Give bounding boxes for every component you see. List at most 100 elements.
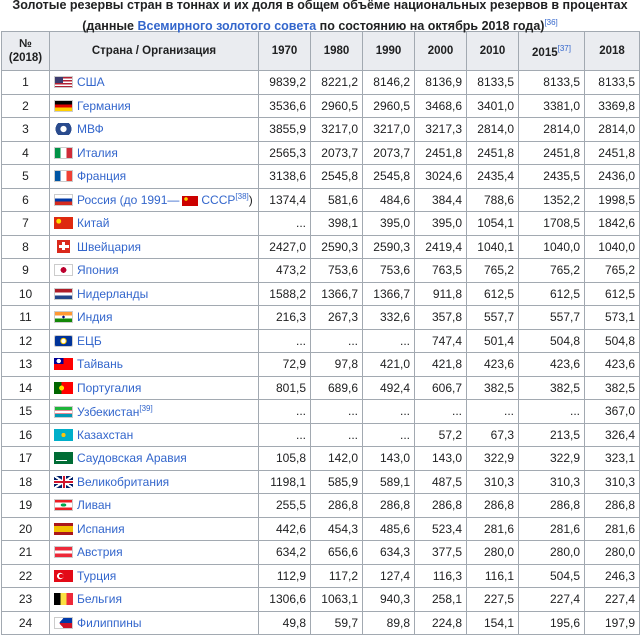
value-cell-1980: 585,9 xyxy=(310,469,363,494)
value-cell-1970: 3855,9 xyxy=(258,117,311,142)
table-row: 20 Испания 442,6 454,3 485,6 523,4 281,6 281,6 2… xyxy=(1,516,640,541)
value-cell-1990: 589,1 xyxy=(362,469,415,494)
country-link[interactable]: Филиппины xyxy=(77,616,141,630)
country-link[interactable]: Казахстан xyxy=(77,428,133,442)
country-link[interactable]: Турция xyxy=(77,569,116,583)
country-link[interactable]: Нидерланды xyxy=(77,287,148,301)
country-link[interactable]: Италия xyxy=(77,146,118,160)
portugal-flag-icon xyxy=(54,381,73,394)
value-cell-1980: 142,0 xyxy=(310,446,363,471)
year-1990-header[interactable]: 1990 xyxy=(362,31,415,71)
country-cell: Италия xyxy=(49,140,259,165)
country-link[interactable]: Швейцария xyxy=(77,240,141,254)
rank-cell: 12 xyxy=(1,328,50,353)
country-link[interactable]: Узбекистан xyxy=(77,405,139,419)
rank-cell: 8 xyxy=(1,234,50,259)
value-cell-1990: 753,6 xyxy=(362,258,415,283)
country-cell: Казахстан xyxy=(49,422,259,447)
country-ref[interactable]: [38] xyxy=(235,192,248,201)
kazakhstan-flag-icon xyxy=(54,428,73,441)
value-cell-2000: 2451,8 xyxy=(414,140,467,165)
value-cell-1980: ... xyxy=(310,399,363,424)
value-cell-1970: 1306,6 xyxy=(258,587,311,612)
value-cell-1980: 8221,2 xyxy=(310,70,363,95)
value-cell-1990: 332,6 xyxy=(362,305,415,330)
rank-cell: 6 xyxy=(1,187,50,212)
country-ref[interactable]: [39] xyxy=(139,404,152,413)
value-cell-2010: 612,5 xyxy=(466,281,519,306)
rank-cell: 18 xyxy=(1,469,50,494)
value-cell-1980: ... xyxy=(310,328,363,353)
value-cell-2015: 557,7 xyxy=(518,305,585,330)
year-2018-header[interactable]: 2018 xyxy=(584,31,640,71)
value-cell-1990: 940,3 xyxy=(362,587,415,612)
year-2015-ref[interactable]: [37] xyxy=(558,44,571,53)
value-cell-2018: 1842,6 xyxy=(584,211,640,236)
world-gold-council-link[interactable]: Всемирного золотого совета xyxy=(137,19,316,33)
value-cell-1990: 634,3 xyxy=(362,540,415,565)
year-1970-header[interactable]: 1970 xyxy=(258,31,311,71)
value-cell-1970: ... xyxy=(258,422,311,447)
country-link[interactable]: Ливан xyxy=(77,498,111,512)
country-link[interactable]: Испания xyxy=(77,522,125,536)
year-2010-header[interactable]: 2010 xyxy=(466,31,519,71)
country-link[interactable]: Китай xyxy=(77,216,109,230)
ussr-flag-icon xyxy=(182,196,199,207)
country-cell: Китай xyxy=(49,211,259,236)
country-link[interactable]: Бельгия xyxy=(77,592,122,606)
table-row: 5 Франция 3138,6 2545,8 2545,8 3024,6 2435,4 24… xyxy=(1,164,640,189)
rank-header[interactable]: № (2018) xyxy=(1,31,50,71)
value-cell-2000: 258,1 xyxy=(414,587,467,612)
ecb-logo-icon xyxy=(54,334,73,347)
value-cell-2018: 280,0 xyxy=(584,540,640,565)
value-cell-1970: 112,9 xyxy=(258,563,311,588)
caption-ref[interactable]: [36] xyxy=(544,18,557,27)
country-cell: Нидерланды xyxy=(49,281,259,306)
country-link[interactable]: США xyxy=(77,75,105,89)
value-cell-1990: 2590,3 xyxy=(362,234,415,259)
country-cell: Россия (до 1991— СССР[38]) xyxy=(49,187,259,212)
value-cell-1970: ... xyxy=(258,399,311,424)
country-cell: Ливан xyxy=(49,493,259,518)
value-cell-2000: ... xyxy=(414,399,467,424)
country-link[interactable]: Тайвань xyxy=(77,357,123,371)
country-link-secondary[interactable]: СССР xyxy=(201,193,235,207)
country-cell: Филиппины xyxy=(49,610,259,635)
country-link[interactable]: Австрия xyxy=(77,545,123,559)
country-cell: Индия xyxy=(49,305,259,330)
country-link[interactable]: Саудовская Аравия xyxy=(77,451,187,465)
country-header[interactable]: Страна / Организация xyxy=(49,31,259,71)
country-link[interactable]: Россия (до 1991— xyxy=(77,193,179,207)
table-row: 3 МВФ 3855,9 3217,0 3217,0 3217,3 2814,0 2814,0… xyxy=(1,117,640,142)
value-cell-2018: 281,6 xyxy=(584,516,640,541)
philippines-flag-icon xyxy=(54,616,73,629)
year-2000-header[interactable]: 2000 xyxy=(414,31,467,71)
rank-cell: 20 xyxy=(1,516,50,541)
country-link[interactable]: ЕЦБ xyxy=(77,334,102,348)
table-row: 22 Турция 112,9 117,2 127,4 116,3 116,1 504,5 24… xyxy=(1,563,640,588)
year-2015-header[interactable]: 2015[37] xyxy=(518,31,585,71)
table-row: 6 Россия (до 1991— СССР[38]) 1374,4 581,6 484… xyxy=(1,187,640,212)
country-link[interactable]: Индия xyxy=(77,310,112,324)
country-link[interactable]: Франция xyxy=(77,169,126,183)
country-link[interactable]: Португалия xyxy=(77,381,141,395)
country-link[interactable]: Германия xyxy=(77,99,131,113)
year-1980-header[interactable]: 1980 xyxy=(310,31,363,71)
country-link[interactable]: Япония xyxy=(77,263,119,277)
country-link[interactable]: Великобритания xyxy=(77,475,169,489)
value-cell-1990: ... xyxy=(362,422,415,447)
rank-cell: 14 xyxy=(1,375,50,400)
india-flag-icon xyxy=(54,311,73,324)
country-cell: Тайвань xyxy=(49,352,259,377)
table-row: 19 Ливан 255,5 286,8 286,8 286,8 286,8 286,8 286… xyxy=(1,493,640,518)
country-cell: США xyxy=(49,70,259,95)
value-cell-2018: 310,3 xyxy=(584,469,640,494)
value-cell-1970: 105,8 xyxy=(258,446,311,471)
lebanon-flag-icon xyxy=(54,499,73,512)
value-cell-2018: 323,1 xyxy=(584,446,640,471)
country-link[interactable]: МВФ xyxy=(77,122,104,136)
value-cell-1990: 3217,0 xyxy=(362,117,415,142)
austria-flag-icon xyxy=(54,546,73,559)
rank-cell: 24 xyxy=(1,610,50,635)
rank-cell: 3 xyxy=(1,117,50,142)
